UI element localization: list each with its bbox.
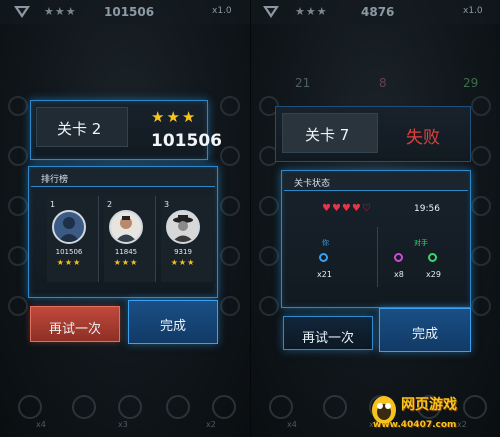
avatar bbox=[109, 210, 143, 244]
leaderboard-title-bar: 排行榜 bbox=[31, 169, 215, 187]
divider bbox=[377, 227, 378, 287]
opponent-count: x8 bbox=[394, 270, 404, 279]
screen-level-failed: ★★★ 4876 x1.0 21 8 29 关卡 7 失败 关卡状态 ♥♥♥♥♡… bbox=[250, 0, 500, 437]
topbar-score: 4876 bbox=[361, 5, 395, 19]
watermark: 网页游戏 www.40407.com bbox=[369, 392, 499, 436]
bg-count: 29 bbox=[463, 76, 479, 90]
rank-number: 2 bbox=[107, 200, 113, 209]
result-label: 失败 bbox=[406, 128, 440, 148]
rank-stars: ★★★ bbox=[170, 258, 196, 267]
status-title: 关卡状态 bbox=[294, 179, 331, 189]
topbar-score: 101506 bbox=[104, 5, 155, 19]
menu-icon[interactable] bbox=[14, 6, 30, 18]
bg-count: 8 bbox=[379, 76, 387, 90]
lives-hearts: ♥♥♥♥♡ bbox=[322, 203, 372, 214]
powerup-count: x4 bbox=[36, 420, 46, 429]
level-label-box: 关卡 2 bbox=[36, 107, 128, 147]
status-title-bar: 关卡状态 bbox=[284, 173, 468, 191]
opponent-label: 对手 bbox=[414, 239, 428, 247]
blue-ring-icon bbox=[319, 253, 328, 262]
retry-button-label: 再试一次 bbox=[301, 331, 354, 346]
watermark-url: www.40407.com bbox=[373, 420, 457, 430]
rank-score: 101506 bbox=[55, 248, 83, 256]
level-score: 101506 bbox=[151, 131, 222, 151]
level-status-panel: 关卡状态 ♥♥♥♥♡ 19:56 你 x21 对手 x8 x29 bbox=[281, 170, 471, 308]
screen-level-complete: ★★★ 101506 x1.0 关卡 2 ★★★ 101506 排行榜 1 10… bbox=[0, 0, 250, 437]
rank-score: 11845 bbox=[114, 248, 138, 256]
leaderboard-entry-3: 3 9319 ★★★ bbox=[161, 196, 213, 282]
rank-stars: ★★★ bbox=[56, 258, 82, 267]
opponent-count: x29 bbox=[426, 270, 441, 279]
powerup-count: x3 bbox=[118, 420, 128, 429]
level-header-panel: 关卡 2 ★★★ 101506 bbox=[30, 100, 222, 160]
retry-button[interactable]: 再试一次 bbox=[30, 306, 120, 342]
done-button-label: 完成 bbox=[159, 319, 186, 334]
powerup-count: x2 bbox=[206, 420, 216, 429]
topbar-multiplier: x1.0 bbox=[463, 6, 483, 16]
bg-count: 21 bbox=[295, 76, 311, 90]
topbar-stars: ★★★ bbox=[44, 5, 77, 18]
avatar bbox=[52, 210, 86, 244]
retry-button-label: 再试一次 bbox=[48, 322, 101, 337]
rank-stars: ★★★ bbox=[113, 258, 139, 267]
rank-score: 9319 bbox=[174, 248, 192, 256]
green-ring-icon bbox=[428, 253, 437, 262]
leaderboard-entry-1: 1 101506 ★★★ bbox=[47, 196, 99, 282]
watermark-brand: 网页游戏 bbox=[401, 397, 457, 413]
topbar-multiplier: x1.0 bbox=[212, 6, 232, 16]
retry-button[interactable]: 再试一次 bbox=[283, 316, 373, 350]
done-button[interactable]: 完成 bbox=[128, 300, 218, 344]
you-label: 你 bbox=[322, 239, 329, 247]
time-remaining: 19:56 bbox=[414, 204, 440, 214]
powerup-count: x4 bbox=[287, 420, 297, 429]
you-count: x21 bbox=[317, 270, 332, 279]
menu-icon[interactable] bbox=[263, 6, 279, 18]
level-header-panel: 关卡 7 失败 bbox=[275, 106, 471, 162]
leaderboard-entry-2: 2 11845 ★★★ bbox=[104, 196, 156, 282]
leaderboard-title: 排行榜 bbox=[41, 175, 69, 185]
level-label: 关卡 7 bbox=[305, 126, 350, 144]
level-label-box: 关卡 7 bbox=[282, 113, 378, 153]
level-stars: ★★★ bbox=[151, 108, 198, 126]
done-button[interactable]: 完成 bbox=[379, 308, 471, 352]
rank-number: 1 bbox=[50, 200, 56, 209]
magenta-ring-icon bbox=[394, 253, 403, 262]
done-button-label: 完成 bbox=[411, 327, 438, 342]
level-label: 关卡 2 bbox=[57, 120, 102, 138]
topbar-stars: ★★★ bbox=[295, 5, 328, 18]
rank-number: 3 bbox=[164, 200, 170, 209]
avatar bbox=[166, 210, 200, 244]
